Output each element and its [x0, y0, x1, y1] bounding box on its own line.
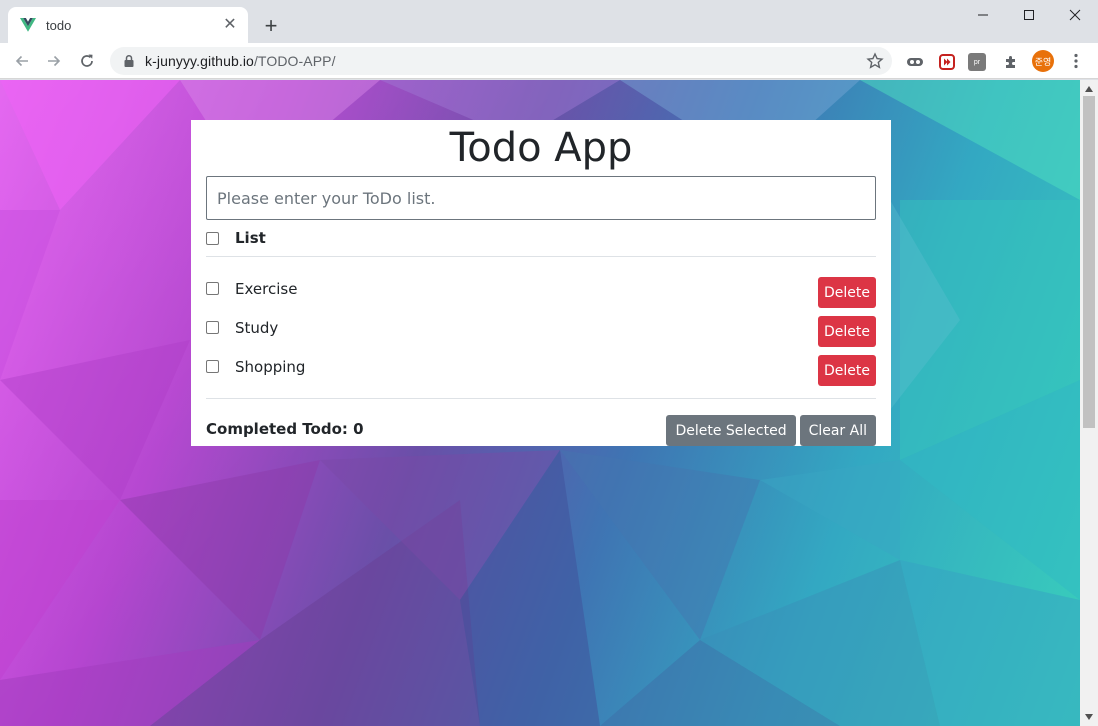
todo-card: Todo App List Exercise Delete Study Dele… [191, 120, 891, 446]
extension-media-icon[interactable] [936, 51, 958, 73]
todo-list: Exercise Delete Study Delete Shopping De… [206, 273, 876, 390]
bookmark-star-icon[interactable] [866, 52, 884, 70]
list-header-label: List [235, 229, 266, 247]
page-title: Todo App [449, 125, 633, 171]
tab-title: todo [46, 17, 72, 33]
reload-icon [81, 54, 93, 67]
profile-avatar[interactable]: 준영 [1032, 50, 1054, 72]
select-all-checkbox[interactable] [206, 231, 219, 245]
browser-toolbar: k-junyyy.github.io/TODO-APP/ pr 준영 [0, 43, 1098, 79]
footer-actions: Delete Selected Clear All [666, 415, 876, 446]
todo-footer: Completed Todo: 0 Delete Selected Clear … [206, 415, 876, 446]
scroll-up-icon[interactable] [1084, 84, 1094, 94]
address-bar[interactable]: k-junyyy.github.io/TODO-APP/ [110, 47, 892, 75]
reload-button[interactable] [74, 48, 100, 74]
profile-initials: 준영 [1034, 56, 1052, 67]
kebab-menu-icon[interactable] [1066, 51, 1086, 71]
clear-all-button[interactable]: Clear All [799, 415, 876, 446]
delete-button[interactable]: Delete [818, 277, 876, 308]
tab-strip: todo ✕ + [0, 0, 1098, 43]
page-scrollbar[interactable] [1080, 80, 1098, 726]
url-path: /TODO-APP/ [253, 53, 336, 69]
todo-label: Shopping [235, 357, 306, 376]
minimize-button[interactable] [960, 0, 1006, 30]
vue-logo-icon [20, 17, 36, 33]
back-button[interactable] [9, 48, 35, 74]
todo-checkbox[interactable] [206, 321, 219, 334]
todo-label: Study [235, 318, 279, 337]
browser-tab[interactable]: todo ✕ [8, 7, 248, 43]
new-tab-button[interactable]: + [258, 13, 284, 39]
todo-item: Shopping Delete [206, 351, 876, 390]
completed-count: Completed Todo: 0 [206, 419, 364, 438]
delete-selected-button[interactable]: Delete Selected [666, 415, 796, 446]
list-header: List [206, 220, 876, 257]
todo-input[interactable] [206, 176, 876, 220]
url-host: k-junyyy.github.io [145, 53, 254, 69]
extension-pr-icon[interactable]: pr [968, 53, 986, 71]
url-text: k-junyyy.github.io/TODO-APP/ [145, 53, 336, 69]
window-controls [960, 0, 1098, 30]
todo-item: Study Delete [206, 312, 876, 351]
close-window-button[interactable] [1052, 0, 1098, 30]
divider [206, 398, 876, 399]
close-tab-icon[interactable]: ✕ [222, 17, 238, 33]
extension-glasses-icon[interactable] [904, 51, 926, 73]
todo-label: Exercise [235, 279, 298, 298]
arrow-left-icon [15, 55, 28, 67]
forward-button[interactable] [41, 48, 67, 74]
todo-checkbox[interactable] [206, 282, 219, 295]
arrow-right-icon [48, 55, 61, 67]
scroll-down-icon[interactable] [1084, 712, 1094, 722]
maximize-button[interactable] [1006, 0, 1052, 30]
scrollbar-thumb[interactable] [1083, 96, 1095, 428]
lock-icon [122, 54, 136, 68]
extensions-puzzle-icon[interactable] [1000, 51, 1022, 73]
delete-button[interactable]: Delete [818, 316, 876, 347]
todo-checkbox[interactable] [206, 360, 219, 373]
delete-button[interactable]: Delete [818, 355, 876, 386]
extension-pr-label: pr [973, 58, 981, 66]
todo-item: Exercise Delete [206, 273, 876, 312]
